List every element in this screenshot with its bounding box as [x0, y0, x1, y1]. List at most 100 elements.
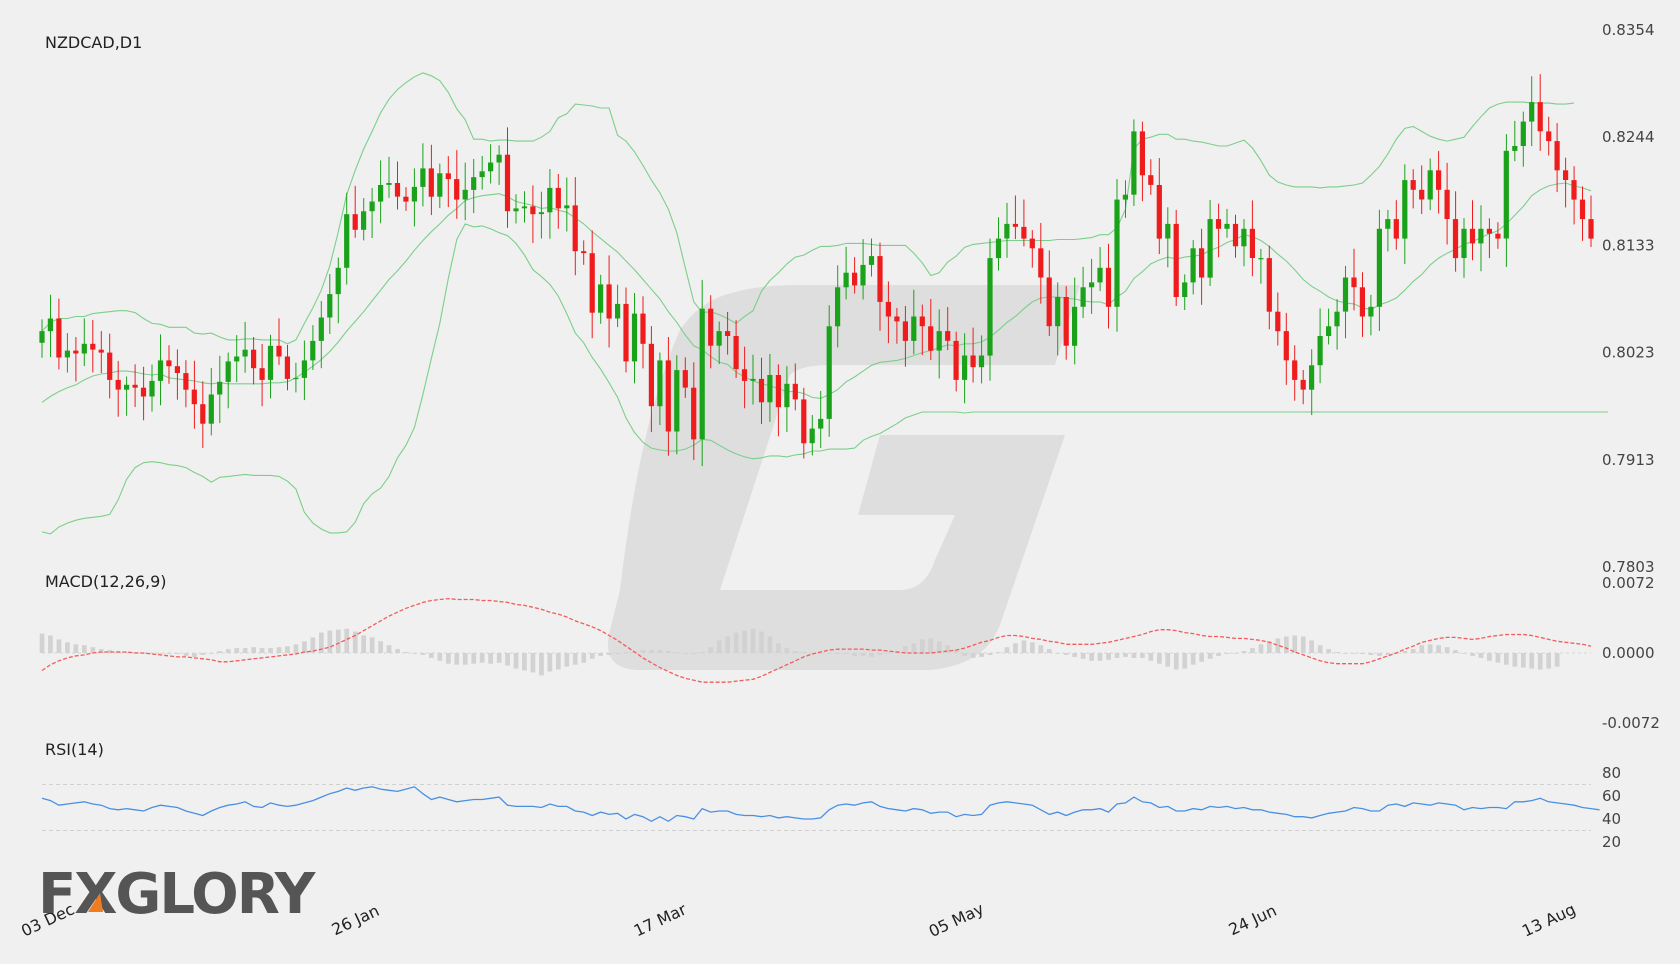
candle-bear	[919, 316, 925, 327]
macd-histogram-bar	[429, 653, 434, 658]
candle-bear	[1012, 223, 1018, 227]
macd-histogram-bar	[522, 653, 527, 671]
macd-histogram-bar	[1546, 653, 1551, 669]
macd-histogram-bar	[1334, 652, 1340, 653]
macd-histogram-bar	[649, 650, 654, 653]
candle-bull	[1224, 223, 1230, 229]
macd-histogram-bar	[1377, 653, 1382, 656]
macd-histogram-bar	[547, 653, 553, 672]
candle-bear	[530, 206, 536, 215]
candle-bear	[725, 331, 731, 336]
candle-bear	[1563, 170, 1569, 180]
candle-bull	[1427, 170, 1433, 200]
candle-bull	[1402, 180, 1408, 239]
rsi-axis-tick: 60	[1602, 787, 1621, 805]
candle-bear	[1436, 170, 1442, 190]
macd-histogram-bar	[1013, 643, 1018, 653]
macd-histogram-bar	[496, 653, 502, 663]
candle-bull	[1342, 277, 1349, 312]
candle-bull	[1376, 228, 1382, 307]
macd-histogram-bar	[1173, 653, 1179, 670]
candle-bull	[1520, 121, 1526, 146]
candle-bull	[547, 187, 553, 213]
macd-histogram-bar	[979, 653, 984, 657]
macd-histogram-bar	[572, 653, 578, 665]
candle-bear	[928, 326, 934, 351]
candle-bear	[1215, 219, 1222, 229]
macd-histogram-bar	[623, 652, 629, 653]
macd-histogram-bar	[412, 653, 417, 654]
date-axis-label: 26 Jan	[329, 901, 382, 939]
macd-histogram-bar	[1487, 653, 1492, 661]
macd-histogram-bar	[1326, 649, 1331, 653]
macd-histogram-bar	[505, 653, 510, 666]
candle-bear	[741, 369, 748, 381]
macd-histogram-bar	[869, 653, 874, 657]
candle-bull	[1512, 146, 1518, 151]
candle-bull	[1326, 326, 1332, 336]
candle-bear	[1495, 233, 1501, 239]
candle-bear	[352, 214, 358, 230]
macd-histogram-bar	[302, 641, 307, 653]
macd-histogram-bar	[1097, 653, 1103, 661]
candle-bull	[699, 308, 705, 440]
macd-histogram-bar	[911, 643, 917, 653]
candle-bear	[1266, 258, 1272, 312]
candle-bear	[200, 404, 206, 424]
macd-histogram-bar	[1224, 653, 1230, 654]
macd-histogram-bar	[1207, 653, 1213, 659]
macd-histogram-bar	[1072, 653, 1077, 657]
candle-bull	[1529, 102, 1535, 122]
macd-histogram-bar	[589, 653, 595, 659]
price-axis-tick: 0.8354	[1602, 21, 1655, 39]
macd-histogram-bar	[725, 636, 730, 653]
candle-bear	[572, 205, 578, 252]
candle-bear	[589, 253, 595, 313]
candle-bull	[1080, 287, 1086, 307]
macd-histogram-bar	[65, 642, 70, 653]
macd-histogram-bar	[1038, 645, 1044, 653]
candle-bear	[394, 183, 401, 197]
macd-histogram-bar	[259, 648, 265, 653]
candle-bear	[73, 350, 79, 354]
candle-bull	[1122, 194, 1128, 200]
macd-histogram-bar	[564, 653, 570, 667]
macd-histogram-bar	[759, 631, 764, 653]
candle-bull	[327, 294, 333, 318]
macd-histogram-bar	[1140, 653, 1145, 658]
candle-bear	[428, 168, 434, 197]
candle-bear	[1452, 219, 1459, 259]
macd-histogram-bar	[852, 653, 857, 656]
candle-bull	[978, 355, 985, 368]
candle-bear	[902, 321, 908, 341]
candle-bull	[1089, 282, 1095, 288]
macd-histogram-bar	[1284, 636, 1289, 653]
macd-histogram-bar	[158, 653, 163, 654]
macd-histogram-bar	[369, 637, 375, 653]
candle-bull	[471, 177, 477, 190]
candle-bull	[157, 360, 164, 381]
macd-histogram-bar	[234, 648, 240, 653]
candle-bear	[1588, 219, 1594, 239]
candle-bull	[310, 340, 316, 361]
macd-histogram-bar	[1021, 640, 1027, 653]
macd-histogram-bar	[1157, 653, 1162, 664]
chart-canvas[interactable]: NZDCAD,D1 0.8354 0.8244 0.8133 0.8023 0.7913…	[0, 0, 1680, 960]
price-axis-tick: 0.7913	[1602, 451, 1655, 469]
macd-histogram-bar	[462, 653, 468, 665]
macd-pane-title: MACD(12,26,9)	[45, 572, 167, 591]
macd-histogram-bar	[606, 653, 612, 655]
candle-bull	[767, 375, 773, 403]
candle-bull	[1055, 297, 1061, 327]
bollinger-lower-line	[41, 223, 1608, 535]
macd-histogram-bar	[539, 653, 544, 676]
macd-histogram-bar	[987, 653, 993, 655]
candle-bear	[648, 343, 654, 407]
candle-bull	[1478, 228, 1484, 244]
macd-histogram-bar	[39, 633, 45, 653]
macd-histogram-bar	[903, 646, 908, 653]
macd-histogram-bar	[513, 653, 519, 669]
macd-histogram-bar	[420, 653, 426, 655]
macd-histogram-bar	[403, 652, 409, 653]
candle-bear	[1359, 287, 1365, 317]
